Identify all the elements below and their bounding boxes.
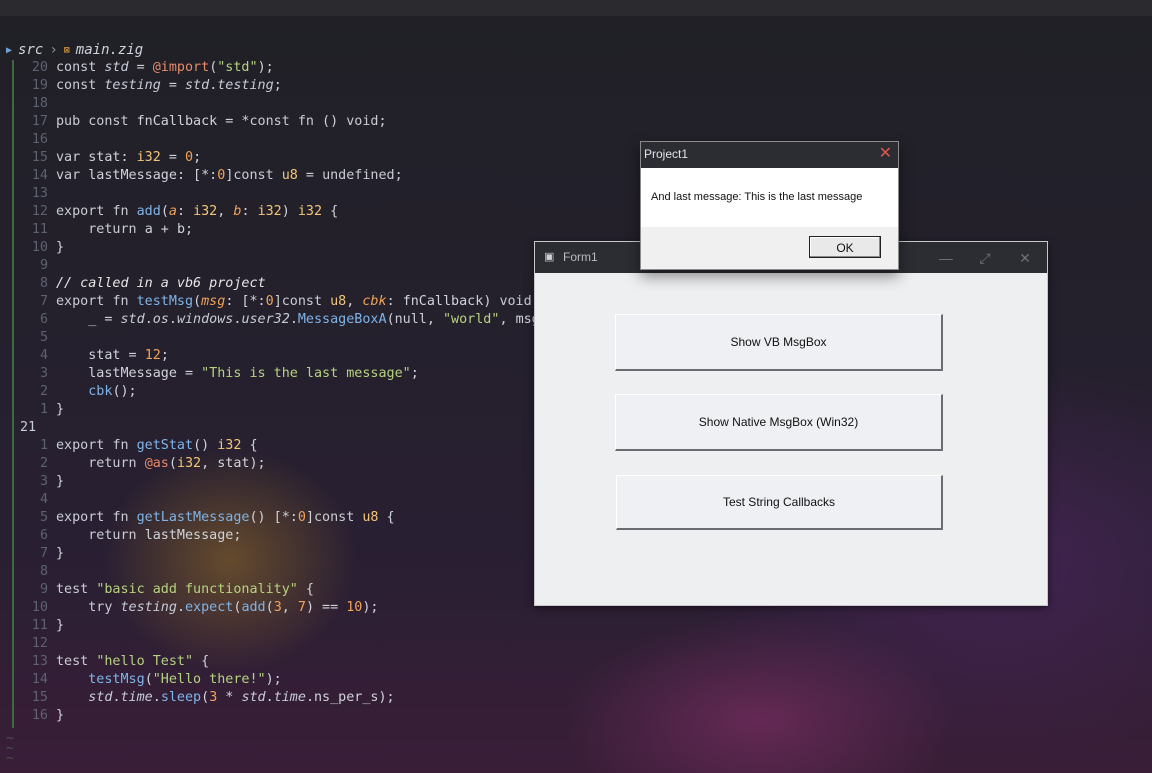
zig-file-icon: ⊠ — [63, 44, 70, 56]
line-number: 2 — [39, 384, 48, 399]
code-text: } — [56, 240, 65, 255]
msgbox-message: And last message: This is the last messa… — [651, 191, 863, 203]
line-number: 11 — [31, 618, 48, 633]
line-number: 10 — [31, 240, 48, 255]
line-number: 17 — [31, 114, 48, 129]
line-number: 21 — [20, 420, 37, 435]
line-number: 8 — [39, 564, 48, 579]
code-text: return a + b; — [88, 222, 194, 237]
code-text: } — [56, 402, 65, 417]
msgbox-close-button[interactable]: ✕ — [879, 145, 892, 163]
code-text: try testing.expect(add(3, 7) == 10); — [88, 600, 379, 615]
line-number: 4 — [39, 348, 48, 363]
breadcrumb-separator: › — [49, 42, 58, 58]
line-number: 12 — [31, 204, 48, 219]
show-native-msgbox-button[interactable]: Show Native MsgBox (Win32) — [615, 394, 943, 451]
line-number: 15 — [31, 690, 48, 705]
code-text: return lastMessage; — [88, 528, 242, 543]
test-string-callbacks-button[interactable]: Test String Callbacks — [616, 475, 943, 530]
code-text: export fn getStat() i32 { — [56, 438, 258, 453]
line-number: 9 — [39, 582, 48, 597]
code-text: pub const fnCallback = *const fn () void… — [56, 114, 387, 129]
line-number: 9 — [39, 258, 48, 273]
breadcrumb-folder[interactable]: src — [18, 42, 43, 58]
line-number: 3 — [39, 474, 48, 489]
line-number: 5 — [39, 330, 48, 345]
code-text: const std = @import("std"); — [56, 60, 274, 75]
line-number: 4 — [39, 492, 48, 507]
project1-msgbox: Project1 ✕ And last message: This is the… — [640, 141, 899, 270]
code-text: var lastMessage: [*:0]const u8 = undefin… — [56, 168, 403, 183]
line-number: 6 — [39, 528, 48, 543]
line-number: 5 — [39, 510, 48, 525]
line-number: 16 — [31, 132, 48, 147]
line-number: 8 — [39, 276, 48, 291]
minimize-button[interactable]: — — [931, 246, 961, 270]
line-number: 14 — [31, 672, 48, 687]
line-number: 19 — [31, 78, 48, 93]
breadcrumb: ▶ src › ⊠ main.zig — [6, 41, 143, 59]
code-text: lastMessage = "This is the last message"… — [88, 366, 419, 381]
code-text: // called in a vb6 project — [56, 276, 266, 291]
code-text: stat = 12; — [88, 348, 169, 363]
code-text: var stat: i32 = 0; — [56, 150, 202, 165]
line-number: 20 — [31, 60, 48, 75]
code-text: cbk(); — [88, 384, 137, 399]
code-text: export fn add(a: i32, b: i32) i32 { — [56, 204, 339, 219]
code-text: } — [56, 618, 65, 633]
line-number: 18 — [31, 96, 48, 111]
show-vb-msgbox-button[interactable]: Show VB MsgBox — [615, 314, 943, 371]
code-text: export fn testMsg(msg: [*:0]const u8, cb… — [56, 294, 532, 309]
line-number: 11 — [31, 222, 48, 237]
line-number: 3 — [39, 366, 48, 381]
line-number: 13 — [31, 186, 48, 201]
empty-line-markers: ~ ~ ~ — [6, 731, 14, 766]
code-text: _ = std.os.windows.user32.MessageBoxA(nu… — [88, 312, 540, 327]
app-icon: ▣ — [544, 251, 555, 263]
code-text: std.time.sleep(3 * std.time.ns_per_s); — [88, 690, 395, 705]
line-number: 13 — [31, 654, 48, 669]
code-text: } — [56, 546, 65, 561]
breadcrumb-file[interactable]: main.zig — [76, 42, 143, 58]
line-number: 6 — [39, 312, 48, 327]
folder-icon: ▶ — [6, 44, 13, 56]
form1-window: ▣ Form1 — ⤢ ✕ Show VB MsgBox Show Native… — [534, 241, 1048, 606]
line-number: 1 — [39, 402, 48, 417]
line-number: 12 — [31, 636, 48, 651]
code-text: export fn getLastMessage() [*:0]const u8… — [56, 510, 395, 525]
code-text: testMsg("Hello there!"); — [88, 672, 282, 687]
code-text: test "basic add functionality" { — [56, 582, 314, 597]
form1-title: Form1 — [563, 250, 598, 264]
code-text: } — [56, 474, 65, 489]
line-number: 15 — [31, 150, 48, 165]
code-text: test "hello Test" { — [56, 654, 210, 669]
close-button[interactable]: ✕ — [1010, 246, 1040, 270]
line-number: 16 — [31, 708, 48, 723]
msgbox-title: Project1 — [644, 147, 689, 161]
line-number: 7 — [39, 546, 48, 561]
line-number: 2 — [39, 456, 48, 471]
code-text: const testing = std.testing; — [56, 78, 282, 93]
line-number: 7 — [39, 294, 48, 309]
msgbox-titlebar[interactable]: Project1 ✕ — [641, 142, 898, 168]
ok-button[interactable]: OK — [809, 236, 881, 258]
maximize-button[interactable]: ⤢ — [970, 246, 1000, 270]
line-number: 10 — [31, 600, 48, 615]
line-number: 1 — [39, 438, 48, 453]
line-number: 14 — [31, 168, 48, 183]
top-bar — [0, 0, 1152, 16]
code-text: return @as(i32, stat); — [88, 456, 266, 471]
code-text: } — [56, 708, 65, 723]
